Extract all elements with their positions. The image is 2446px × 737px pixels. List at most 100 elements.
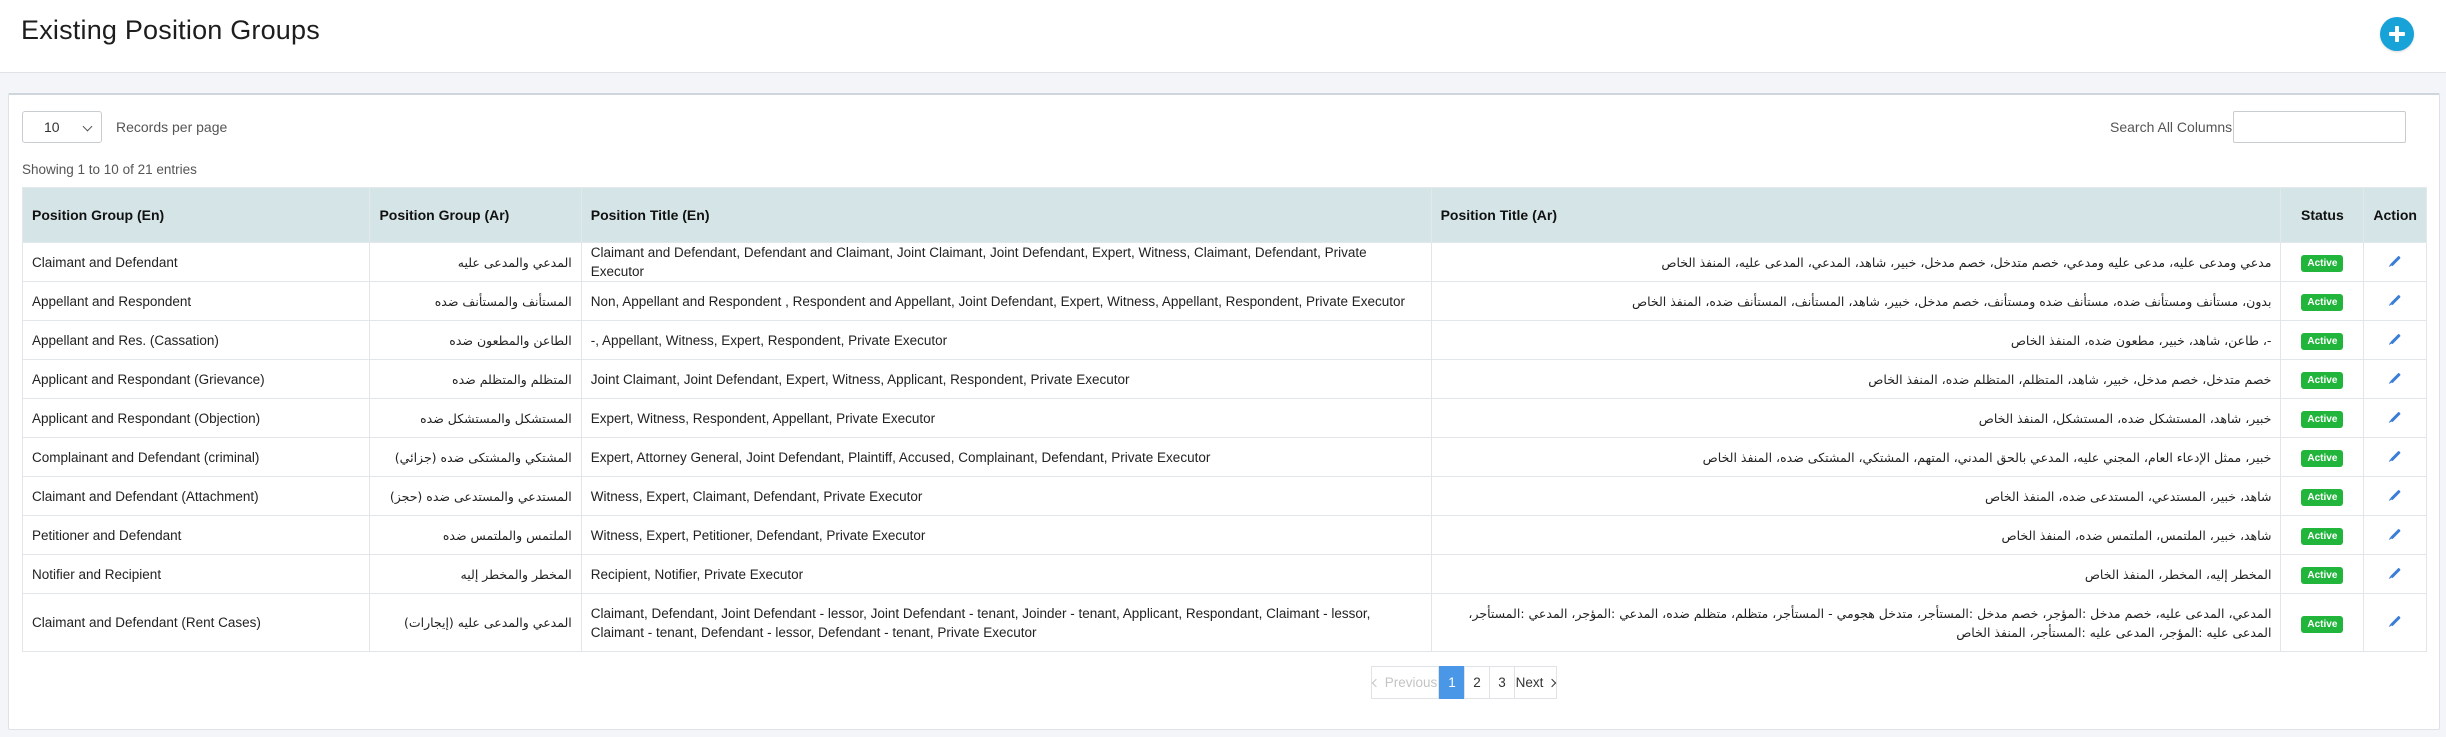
cell-status: Active: [2280, 359, 2365, 399]
chevron-down-icon: [82, 121, 93, 132]
entries-info: Showing 1 to 10 of 21 entries: [22, 162, 197, 177]
cell-group-en: Petitioner and Defendant: [21, 515, 371, 555]
cell-title-en: -, Appellant, Witness, Expert, Responden…: [580, 320, 1432, 360]
table-row: Claimant and Defendant (Rent Cases) المدع…: [21, 593, 2427, 652]
page-length-select[interactable]: 10: [22, 111, 102, 143]
cell-action: [2363, 398, 2427, 438]
position-groups-card: 10 Records per page Search All Columns: …: [8, 93, 2440, 730]
cell-title-ar: -، طاعن، شاهد، خبير، مطعون ضده، المنفذ ا…: [1430, 320, 2282, 360]
status-badge: Active: [2301, 489, 2344, 506]
cell-title-ar: مدعي ومدعى عليه، مدعى عليه ومدعي، خصم مت…: [1430, 242, 2282, 282]
cell-group-ar: المستدعي والمستدعى ضده (حجز): [369, 476, 582, 516]
table-row: Petitioner and Defendant الملتمس والملتمس…: [21, 515, 2427, 555]
status-badge: Active: [2301, 528, 2344, 545]
pagination-page-2[interactable]: 2: [1464, 666, 1490, 699]
status-badge: Active: [2301, 615, 2344, 633]
add-position-group-button[interactable]: [2380, 17, 2414, 51]
cell-status: Active: [2280, 593, 2365, 652]
cell-group-ar: المستشكل والمستشكل ضده: [369, 398, 582, 438]
cell-status: Active: [2280, 242, 2365, 282]
cell-group-en: Appellant and Res. (Cassation): [21, 320, 371, 360]
plus-icon-bar: [2395, 26, 2399, 42]
cell-action: [2363, 515, 2427, 555]
cell-group-en: Applicant and Respondant (Grievance): [21, 359, 371, 399]
cell-title-en: Claimant, Defendant, Joint Defendant - l…: [580, 593, 1432, 652]
cell-title-ar: المخطر إليه، المخطر، المنفذ الخاص: [1430, 554, 2282, 594]
status-badge: Active: [2301, 333, 2344, 350]
pagination-next[interactable]: Next: [1514, 666, 1557, 699]
top-bar: Existing Position Groups: [0, 0, 2446, 73]
table-row: Applicant and Respondant (Grievance) المت…: [21, 359, 2427, 399]
status-badge: Active: [2301, 411, 2344, 428]
cell-group-ar: الملتمس والملتمس ضده: [369, 515, 582, 555]
cell-status: Active: [2280, 281, 2365, 321]
pencil-icon[interactable]: [2389, 567, 2401, 578]
table-row: Appellant and Res. (Cassation) الطاعن وال…: [21, 320, 2427, 360]
cell-group-en: Claimant and Defendant (Rent Cases): [21, 593, 371, 652]
pagination-previous-label: Previous: [1384, 675, 1438, 690]
cell-title-en: Witness, Expert, Petitioner, Defendant, …: [580, 515, 1432, 555]
cell-title-ar: بدون، مستأنف ومستأنف ضده، مستأنف ضده ومس…: [1430, 281, 2282, 321]
page-title: Existing Position Groups: [21, 15, 320, 45]
table-header-row: Position Group (En) Position Group (Ar) …: [21, 187, 2427, 243]
pencil-icon[interactable]: [2389, 333, 2401, 344]
cell-status: Active: [2280, 320, 2365, 360]
cell-status: Active: [2280, 515, 2365, 555]
cell-action: [2363, 554, 2427, 594]
column-header-action: Action: [2363, 187, 2427, 243]
status-badge: Active: [2301, 255, 2344, 272]
pagination-next-label: Next: [1515, 675, 1544, 690]
status-badge: Active: [2301, 450, 2344, 467]
cell-title-ar: خصم متدخل، خصم مدخل، خبير، شاهد، المتظلم…: [1430, 359, 2282, 399]
cell-status: Active: [2280, 437, 2365, 477]
cell-group-en: Applicant and Respondant (Objection): [21, 398, 371, 438]
status-badge: Active: [2301, 294, 2344, 311]
pagination-page-1[interactable]: 1: [1439, 666, 1465, 699]
cell-action: [2363, 281, 2427, 321]
cell-title-en: Expert, Witness, Respondent, Appellant, …: [580, 398, 1432, 438]
pagination-previous[interactable]: Previous: [1371, 666, 1439, 699]
chevron-right-icon: [1548, 678, 1557, 687]
cell-title-en: Claimant and Defendant, Defendant and Cl…: [580, 242, 1432, 282]
column-header-title-en[interactable]: Position Title (En): [580, 187, 1432, 243]
column-header-title-ar[interactable]: Position Title (Ar): [1430, 187, 2282, 243]
cell-status: Active: [2280, 476, 2365, 516]
pencil-icon[interactable]: [2389, 372, 2401, 383]
pagination-page-3[interactable]: 3: [1489, 666, 1515, 699]
column-header-group-en[interactable]: Position Group (En): [21, 187, 371, 243]
cell-action: [2363, 593, 2427, 652]
column-header-group-ar[interactable]: Position Group (Ar): [369, 187, 582, 243]
cell-action: [2363, 359, 2427, 399]
cell-group-ar: المدعي والمدعى عليه: [369, 242, 582, 282]
search-input[interactable]: [2233, 111, 2406, 143]
cell-action: [2363, 437, 2427, 477]
status-badge: Active: [2301, 567, 2344, 584]
cell-group-ar: المستأنف والمستأنف ضده: [369, 281, 582, 321]
table-row: Appellant and Respondent المستأنف والمستأ…: [21, 281, 2427, 321]
records-per-page-label: Records per page: [116, 119, 228, 135]
chevron-left-icon: [1371, 678, 1380, 687]
pencil-icon[interactable]: [2389, 411, 2401, 422]
position-groups-table: Position Group (En) Position Group (Ar) …: [21, 187, 2427, 652]
cell-title-ar: خبير، ممثل الإدعاء العام، المجني عليه، ا…: [1430, 437, 2282, 477]
cell-action: [2363, 242, 2427, 282]
cell-title-en: Expert, Attorney General, Joint Defendan…: [580, 437, 1432, 477]
page-length-value: 10: [44, 119, 60, 135]
cell-group-en: Complainant and Defendant (criminal): [21, 437, 371, 477]
pencil-icon[interactable]: [2389, 255, 2401, 266]
pencil-icon[interactable]: [2389, 450, 2401, 461]
search-label: Search All Columns:: [2110, 119, 2237, 135]
cell-group-en: Appellant and Respondent: [21, 281, 371, 321]
pencil-icon[interactable]: [2389, 615, 2401, 627]
pencil-icon[interactable]: [2389, 528, 2401, 539]
pencil-icon[interactable]: [2389, 489, 2401, 500]
cell-title-en: Recipient, Notifier, Private Executor: [580, 554, 1432, 594]
cell-status: Active: [2280, 398, 2365, 438]
column-header-status[interactable]: Status: [2280, 187, 2365, 243]
cell-title-en: Joint Claimant, Joint Defendant, Expert,…: [580, 359, 1432, 399]
pencil-icon[interactable]: [2389, 294, 2401, 305]
cell-group-ar: المتظلم والمتظلم ضده: [369, 359, 582, 399]
cell-action: [2363, 476, 2427, 516]
cell-group-en: Notifier and Recipient: [21, 554, 371, 594]
cell-group-ar: المشتكي والمشتكى ضده (جزائي): [369, 437, 582, 477]
